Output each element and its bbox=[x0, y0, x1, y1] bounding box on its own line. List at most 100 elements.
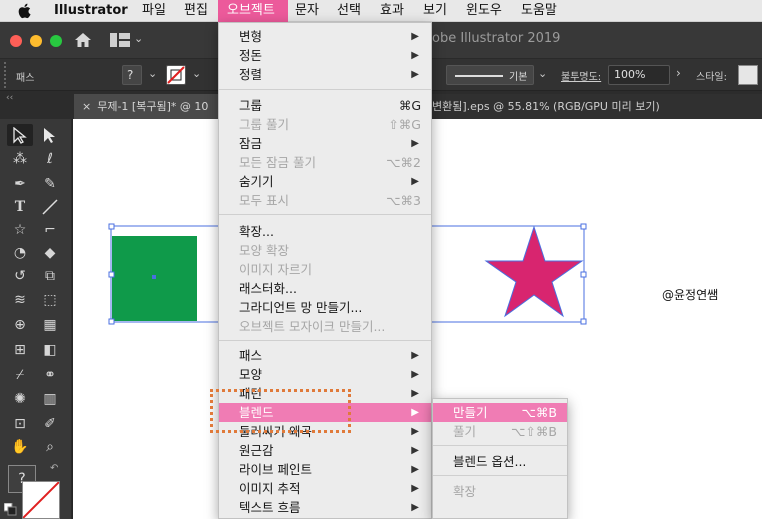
stroke-swatch[interactable] bbox=[166, 65, 186, 85]
stroke-color-box[interactable] bbox=[22, 481, 60, 519]
selection-handle[interactable] bbox=[108, 271, 115, 278]
free-transform-tool-icon[interactable]: ⬚ bbox=[40, 290, 60, 310]
width-tool-icon[interactable]: ≋ bbox=[10, 290, 30, 310]
direct-selection-tool-icon[interactable] bbox=[43, 127, 57, 144]
opacity-label[interactable]: 불투명도: bbox=[561, 68, 601, 83]
menubar-app-name[interactable]: Illustrator bbox=[54, 3, 128, 19]
magic-wand-tool-icon[interactable]: ⁂ bbox=[10, 149, 30, 169]
menu-item-unlock-all[interactable]: 모든 잠금 풀기 ⌥⌘2 bbox=[219, 153, 431, 172]
shaper-tool-icon[interactable]: ◔ bbox=[10, 243, 30, 263]
menu-item-perspective[interactable]: 원근감 ▶ bbox=[219, 441, 431, 460]
chevron-right-icon[interactable]: › bbox=[676, 66, 681, 80]
menu-item-text-wrap[interactable]: 텍스트 흐름 ▶ bbox=[219, 498, 431, 517]
menu-item-rasterize[interactable]: 래스터화... bbox=[219, 279, 431, 298]
minimize-window-button[interactable] bbox=[30, 35, 42, 47]
opacity-input[interactable]: 100% bbox=[608, 65, 670, 85]
menu-item-create-gradient-mesh[interactable]: 그라디언트 망 만들기... bbox=[219, 298, 431, 317]
pen-tool-icon[interactable]: ✒ bbox=[10, 174, 30, 194]
fill-swatch[interactable]: ? bbox=[122, 65, 142, 85]
chevron-down-icon[interactable]: ⌄ bbox=[538, 67, 547, 80]
stroke-profile-dropdown[interactable]: 기본 bbox=[446, 65, 534, 85]
menubar-select[interactable]: 선택 bbox=[337, 3, 361, 19]
menubar-file[interactable]: 파일 bbox=[142, 3, 166, 19]
tab-document-1[interactable]: × 무제-1 [복구됨]* @ 10 bbox=[74, 94, 220, 119]
close-window-button[interactable] bbox=[10, 35, 22, 47]
menubar-type[interactable]: 문자 bbox=[295, 3, 319, 19]
selection-handle[interactable] bbox=[108, 318, 115, 325]
magenta-star[interactable] bbox=[484, 225, 584, 318]
symbol-sprayer-tool-icon[interactable]: ✺ bbox=[10, 389, 30, 409]
menu-item-group[interactable]: 그룹 ⌘G bbox=[219, 96, 431, 115]
tab-document-2[interactable]: 변환됨].eps @ 55.81% (RGB/GPU 미리 보기) bbox=[432, 94, 762, 119]
selection-tool-icon[interactable] bbox=[13, 127, 27, 144]
scale-tool-icon[interactable]: ⧉ bbox=[40, 266, 60, 286]
apple-icon[interactable] bbox=[18, 3, 31, 19]
shape-builder-tool-icon[interactable]: ⊕ bbox=[10, 315, 30, 335]
chevron-down-icon[interactable]: ⌄ bbox=[192, 67, 201, 80]
blend-tool-icon[interactable]: ⚭ bbox=[40, 365, 60, 385]
menubar-help[interactable]: 도움말 bbox=[521, 3, 557, 19]
menubar-window[interactable]: 윈도우 bbox=[466, 3, 502, 19]
perspective-grid-tool-icon[interactable]: ▦ bbox=[40, 315, 60, 335]
menubar-view[interactable]: 보기 bbox=[423, 3, 447, 19]
menu-item-image-trace[interactable]: 이미지 추적 ▶ bbox=[219, 479, 431, 498]
workspace-layout-icon[interactable] bbox=[110, 33, 130, 47]
eyedropper-tool-icon[interactable]: ⌿ bbox=[10, 365, 30, 385]
menu-item-blend-expand[interactable]: 확장 bbox=[433, 482, 567, 501]
gradient-tool-icon[interactable]: ◧ bbox=[40, 340, 60, 360]
menu-item-arrange[interactable]: 정돈 ▶ bbox=[219, 46, 431, 65]
selection-handle[interactable] bbox=[580, 271, 587, 278]
menu-item-align[interactable]: 정렬 ▶ bbox=[219, 65, 431, 84]
menu-item-ungroup[interactable]: 그룹 풀기 ⇧⌘G bbox=[219, 115, 431, 134]
home-icon[interactable] bbox=[74, 32, 92, 48]
hand-tool-icon[interactable]: ✋ bbox=[10, 437, 30, 457]
zoom-window-button[interactable] bbox=[50, 35, 62, 47]
mesh-tool-icon[interactable]: ⊞ bbox=[10, 340, 30, 360]
menu-item-blend-release[interactable]: 풀기 ⌥⇧⌘B bbox=[433, 422, 567, 441]
menu-item-lock[interactable]: 잠금 ▶ bbox=[219, 134, 431, 153]
menu-item-path[interactable]: 패스 ▶ bbox=[219, 346, 431, 365]
watermark-text: @윤정연쌤 bbox=[662, 288, 719, 302]
close-icon[interactable]: × bbox=[82, 100, 91, 113]
menu-item-create-object-mosaic[interactable]: 오브젝트 모자이크 만들기... bbox=[219, 317, 431, 336]
zoom-tool-icon[interactable]: ⌕ bbox=[40, 437, 60, 457]
type-tool-icon[interactable]: T bbox=[10, 197, 30, 217]
graphic-style-swatch[interactable] bbox=[738, 65, 758, 85]
chevron-down-icon[interactable]: ⌄ bbox=[148, 67, 157, 80]
submenu-arrow-icon: ▶ bbox=[411, 69, 419, 80]
menu-item-expand-appearance[interactable]: 모양 확장 bbox=[219, 241, 431, 260]
line-tool-icon[interactable] bbox=[42, 199, 58, 215]
curvature-tool-icon[interactable]: ✎ bbox=[40, 174, 60, 194]
menubar-effect[interactable]: 효과 bbox=[380, 3, 404, 19]
column-graph-tool-icon[interactable]: ▥ bbox=[40, 389, 60, 409]
submenu-arrow-icon: ▶ bbox=[411, 464, 419, 475]
blend-submenu: 만들기 ⌥⌘B 풀기 ⌥⇧⌘B 블렌드 옵션... 확장 bbox=[432, 398, 568, 519]
swap-fill-stroke-icon[interactable]: ↶ bbox=[50, 463, 58, 474]
lasso-tool-icon[interactable]: ℓ bbox=[40, 149, 60, 169]
chevron-down-icon[interactable]: ⌄ bbox=[134, 32, 143, 45]
rotate-tool-icon[interactable]: ↺ bbox=[10, 266, 30, 286]
default-colors-icon[interactable] bbox=[4, 503, 18, 517]
menu-item-hide[interactable]: 숨기기 ▶ bbox=[219, 172, 431, 191]
collapse-panel-icon[interactable]: ‹‹ bbox=[6, 93, 13, 103]
menu-item-show-all[interactable]: 모두 표시 ⌥⌘3 bbox=[219, 191, 431, 210]
selection-handle[interactable] bbox=[580, 223, 587, 230]
menubar-edit[interactable]: 편집 bbox=[184, 3, 208, 19]
menu-item-live-paint[interactable]: 라이브 페인트 ▶ bbox=[219, 460, 431, 479]
menu-separator bbox=[433, 445, 567, 446]
menu-item-shape[interactable]: 모양 ▶ bbox=[219, 365, 431, 384]
menu-item-expand[interactable]: 확장... bbox=[219, 222, 431, 241]
selection-handle[interactable] bbox=[108, 223, 115, 230]
menu-item-blend-make[interactable]: 만들기 ⌥⌘B bbox=[433, 403, 567, 422]
menubar-object[interactable]: 오브젝트 bbox=[227, 3, 275, 19]
menu-item-transform[interactable]: 변형 ▶ bbox=[219, 27, 431, 46]
star-tool-icon[interactable]: ☆ bbox=[10, 220, 30, 240]
eraser-tool-icon[interactable]: ◆ bbox=[40, 243, 60, 263]
artboard-tool-icon[interactable]: ⊡ bbox=[10, 414, 30, 434]
menu-item-blend-options[interactable]: 블렌드 옵션... bbox=[433, 452, 567, 471]
paintbrush-tool-icon[interactable]: ⌐ bbox=[40, 220, 60, 240]
selection-handle[interactable] bbox=[580, 318, 587, 325]
control-bar-grip[interactable] bbox=[4, 62, 8, 88]
slice-tool-icon[interactable]: ✐ bbox=[40, 414, 60, 434]
menu-item-crop-image[interactable]: 이미지 자르기 bbox=[219, 260, 431, 279]
